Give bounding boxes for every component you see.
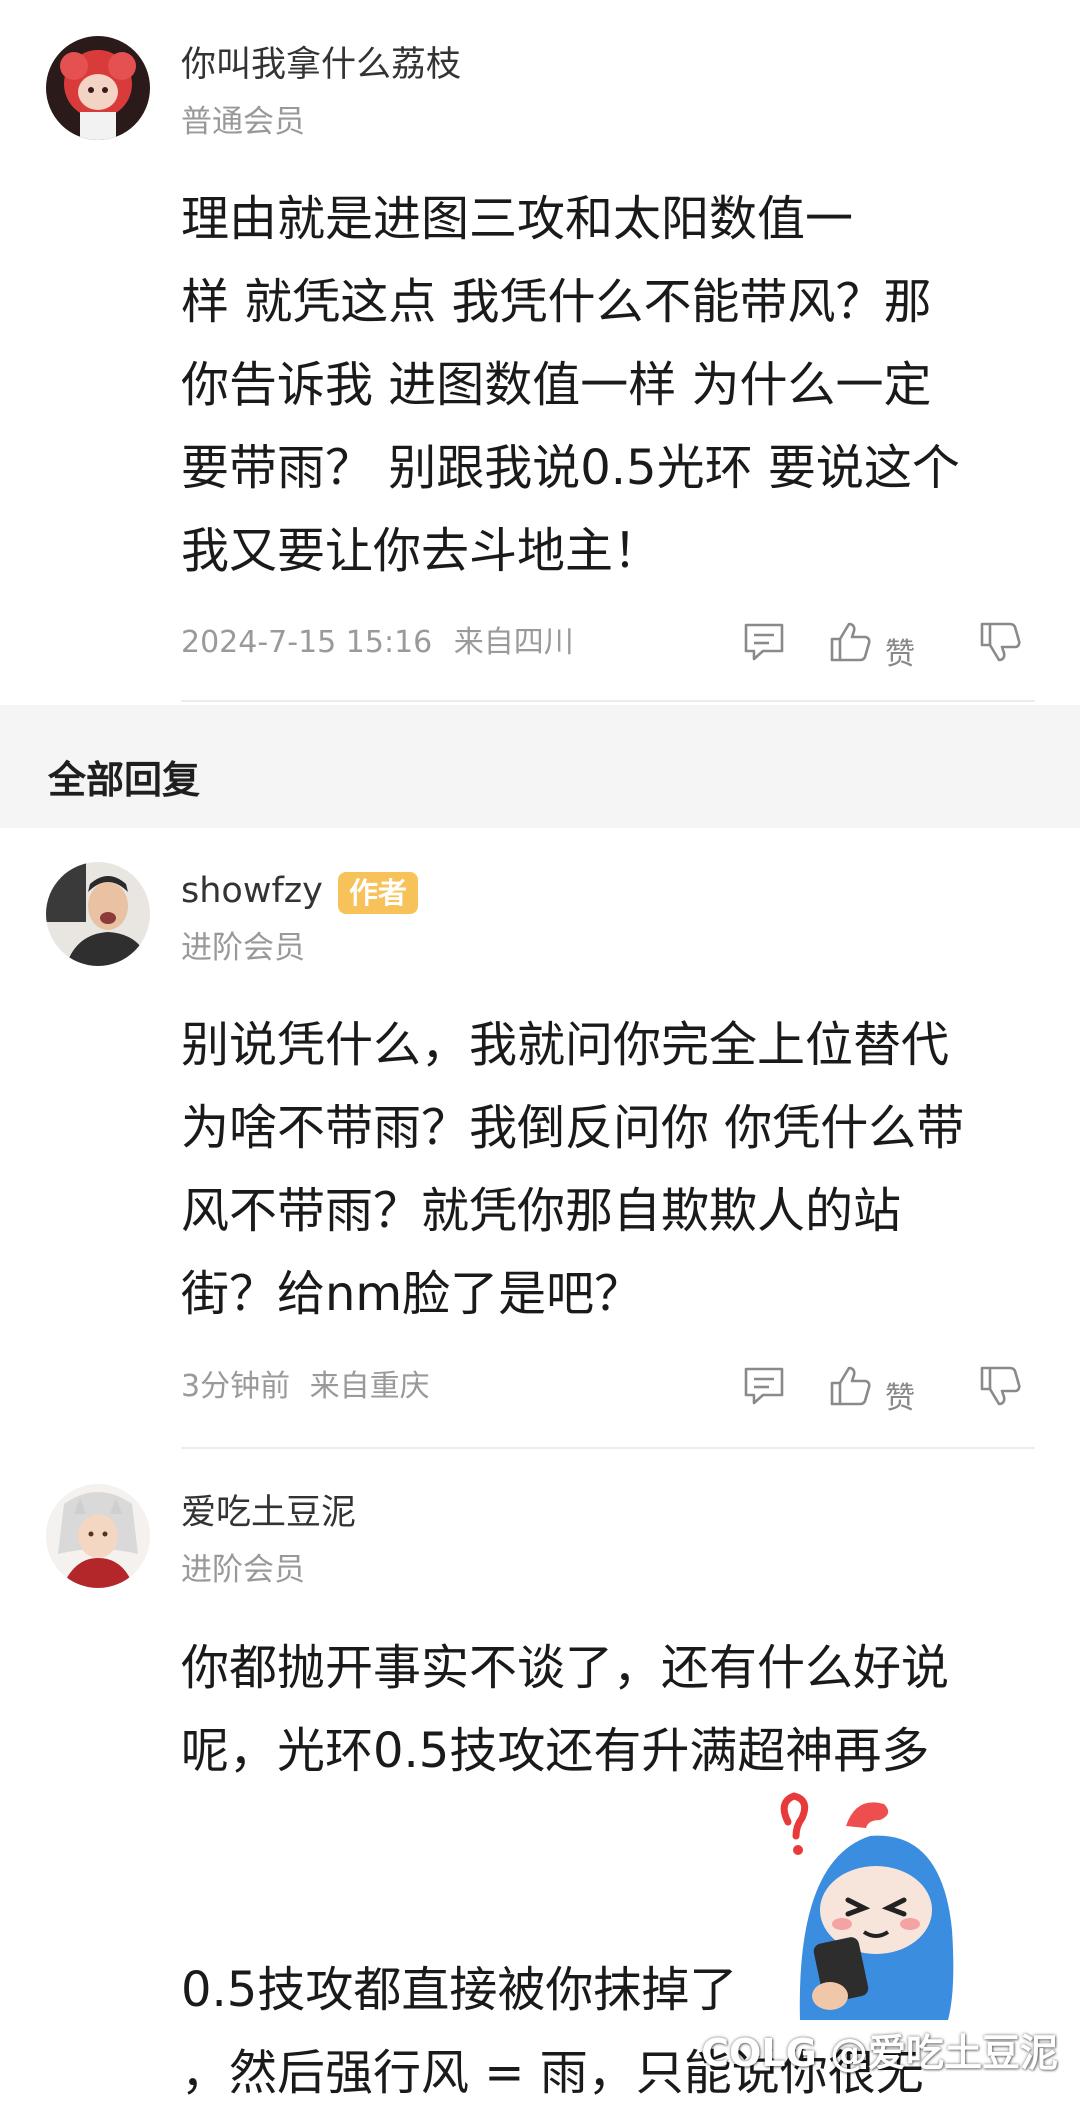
reply-icon[interactable] (741, 1363, 787, 1413)
comment-line: 为啥不带雨？我倒反问你 你凭什么带 (181, 1100, 965, 1156)
comment-meta: 3分钟前 来自重庆 (181, 1372, 430, 1402)
thumbs-up-icon[interactable] (827, 1363, 873, 1413)
thumbs-down-icon[interactable] (977, 1363, 1023, 1413)
member-level: 普通会员 (181, 104, 305, 140)
comment-time: 3分钟前 (181, 1369, 291, 1404)
divider (181, 700, 1035, 702)
username[interactable]: showfzy (181, 874, 323, 909)
comment-text: 理由就是进图三攻和太阳数值一 样 就凭这点 我凭什么不能带风？那 你告诉我 进图… (181, 178, 1041, 593)
divider (181, 1447, 1035, 1449)
like-label[interactable]: 赞 (885, 1373, 915, 1417)
comment-time: 2024-7-15 15:16 (181, 625, 433, 660)
member-level: 进阶会员 (181, 930, 305, 966)
thumbs-down-icon[interactable] (977, 619, 1023, 669)
avatar[interactable] (46, 36, 150, 140)
author-badge: 作者 (338, 872, 418, 914)
username[interactable]: 爱吃土豆泥 (181, 1496, 356, 1531)
comment-line: 别说凭什么，我就问你完全上位替代 (181, 1017, 950, 1073)
comment-line: 我又要让你去斗地主！ (181, 523, 662, 579)
replies-section-header: 全部回复 (0, 705, 1080, 828)
comment-actions: 赞 (735, 619, 1055, 672)
member-level: 进阶会员 (181, 1552, 305, 1588)
sticker-image (760, 1790, 1000, 2024)
comment-line: 风不带雨？就凭你那自欺欺人的站 (181, 1183, 902, 1239)
comment-actions: 赞 (735, 1363, 1055, 1416)
like-label[interactable]: 赞 (885, 629, 915, 673)
reply-icon[interactable] (741, 619, 787, 669)
avatar[interactable] (46, 1484, 150, 1588)
avatar[interactable] (46, 862, 150, 966)
comment-line: 样 就凭这点 我凭什么不能带风？那 (181, 274, 932, 330)
comment-line: 你都抛开事实不谈了，还有什么好说 (181, 1640, 950, 1696)
comment-location: 来自四川 (453, 625, 574, 660)
watermark: COLG @爱吃土豆泥 (701, 2031, 1058, 2075)
comment-line: 要带雨？ 别跟我说0.5光环 要说这个 (181, 440, 960, 496)
thumbs-up-icon[interactable] (827, 619, 873, 669)
comment-line: 街？给nm脸了是吧？ (181, 1266, 643, 1322)
comment-line: 你告诉我 进图数值一样 为什么一定 (181, 357, 932, 413)
username[interactable]: 你叫我拿什么荔枝 (181, 48, 461, 83)
comment-meta: 2024-7-15 15:16 来自四川 (181, 628, 574, 658)
comment-line: 理由就是进图三攻和太阳数值一 (181, 191, 854, 247)
comment-line: 呢，光环0.5技攻还有升满超神再多 (181, 1723, 930, 1779)
comment-location: 来自重庆 (309, 1369, 430, 1404)
section-title: 全部回复 (48, 758, 201, 802)
comment-text: 别说凭什么，我就问你完全上位替代 为啥不带雨？我倒反问你 你凭什么带 风不带雨？… (181, 1004, 1041, 1336)
